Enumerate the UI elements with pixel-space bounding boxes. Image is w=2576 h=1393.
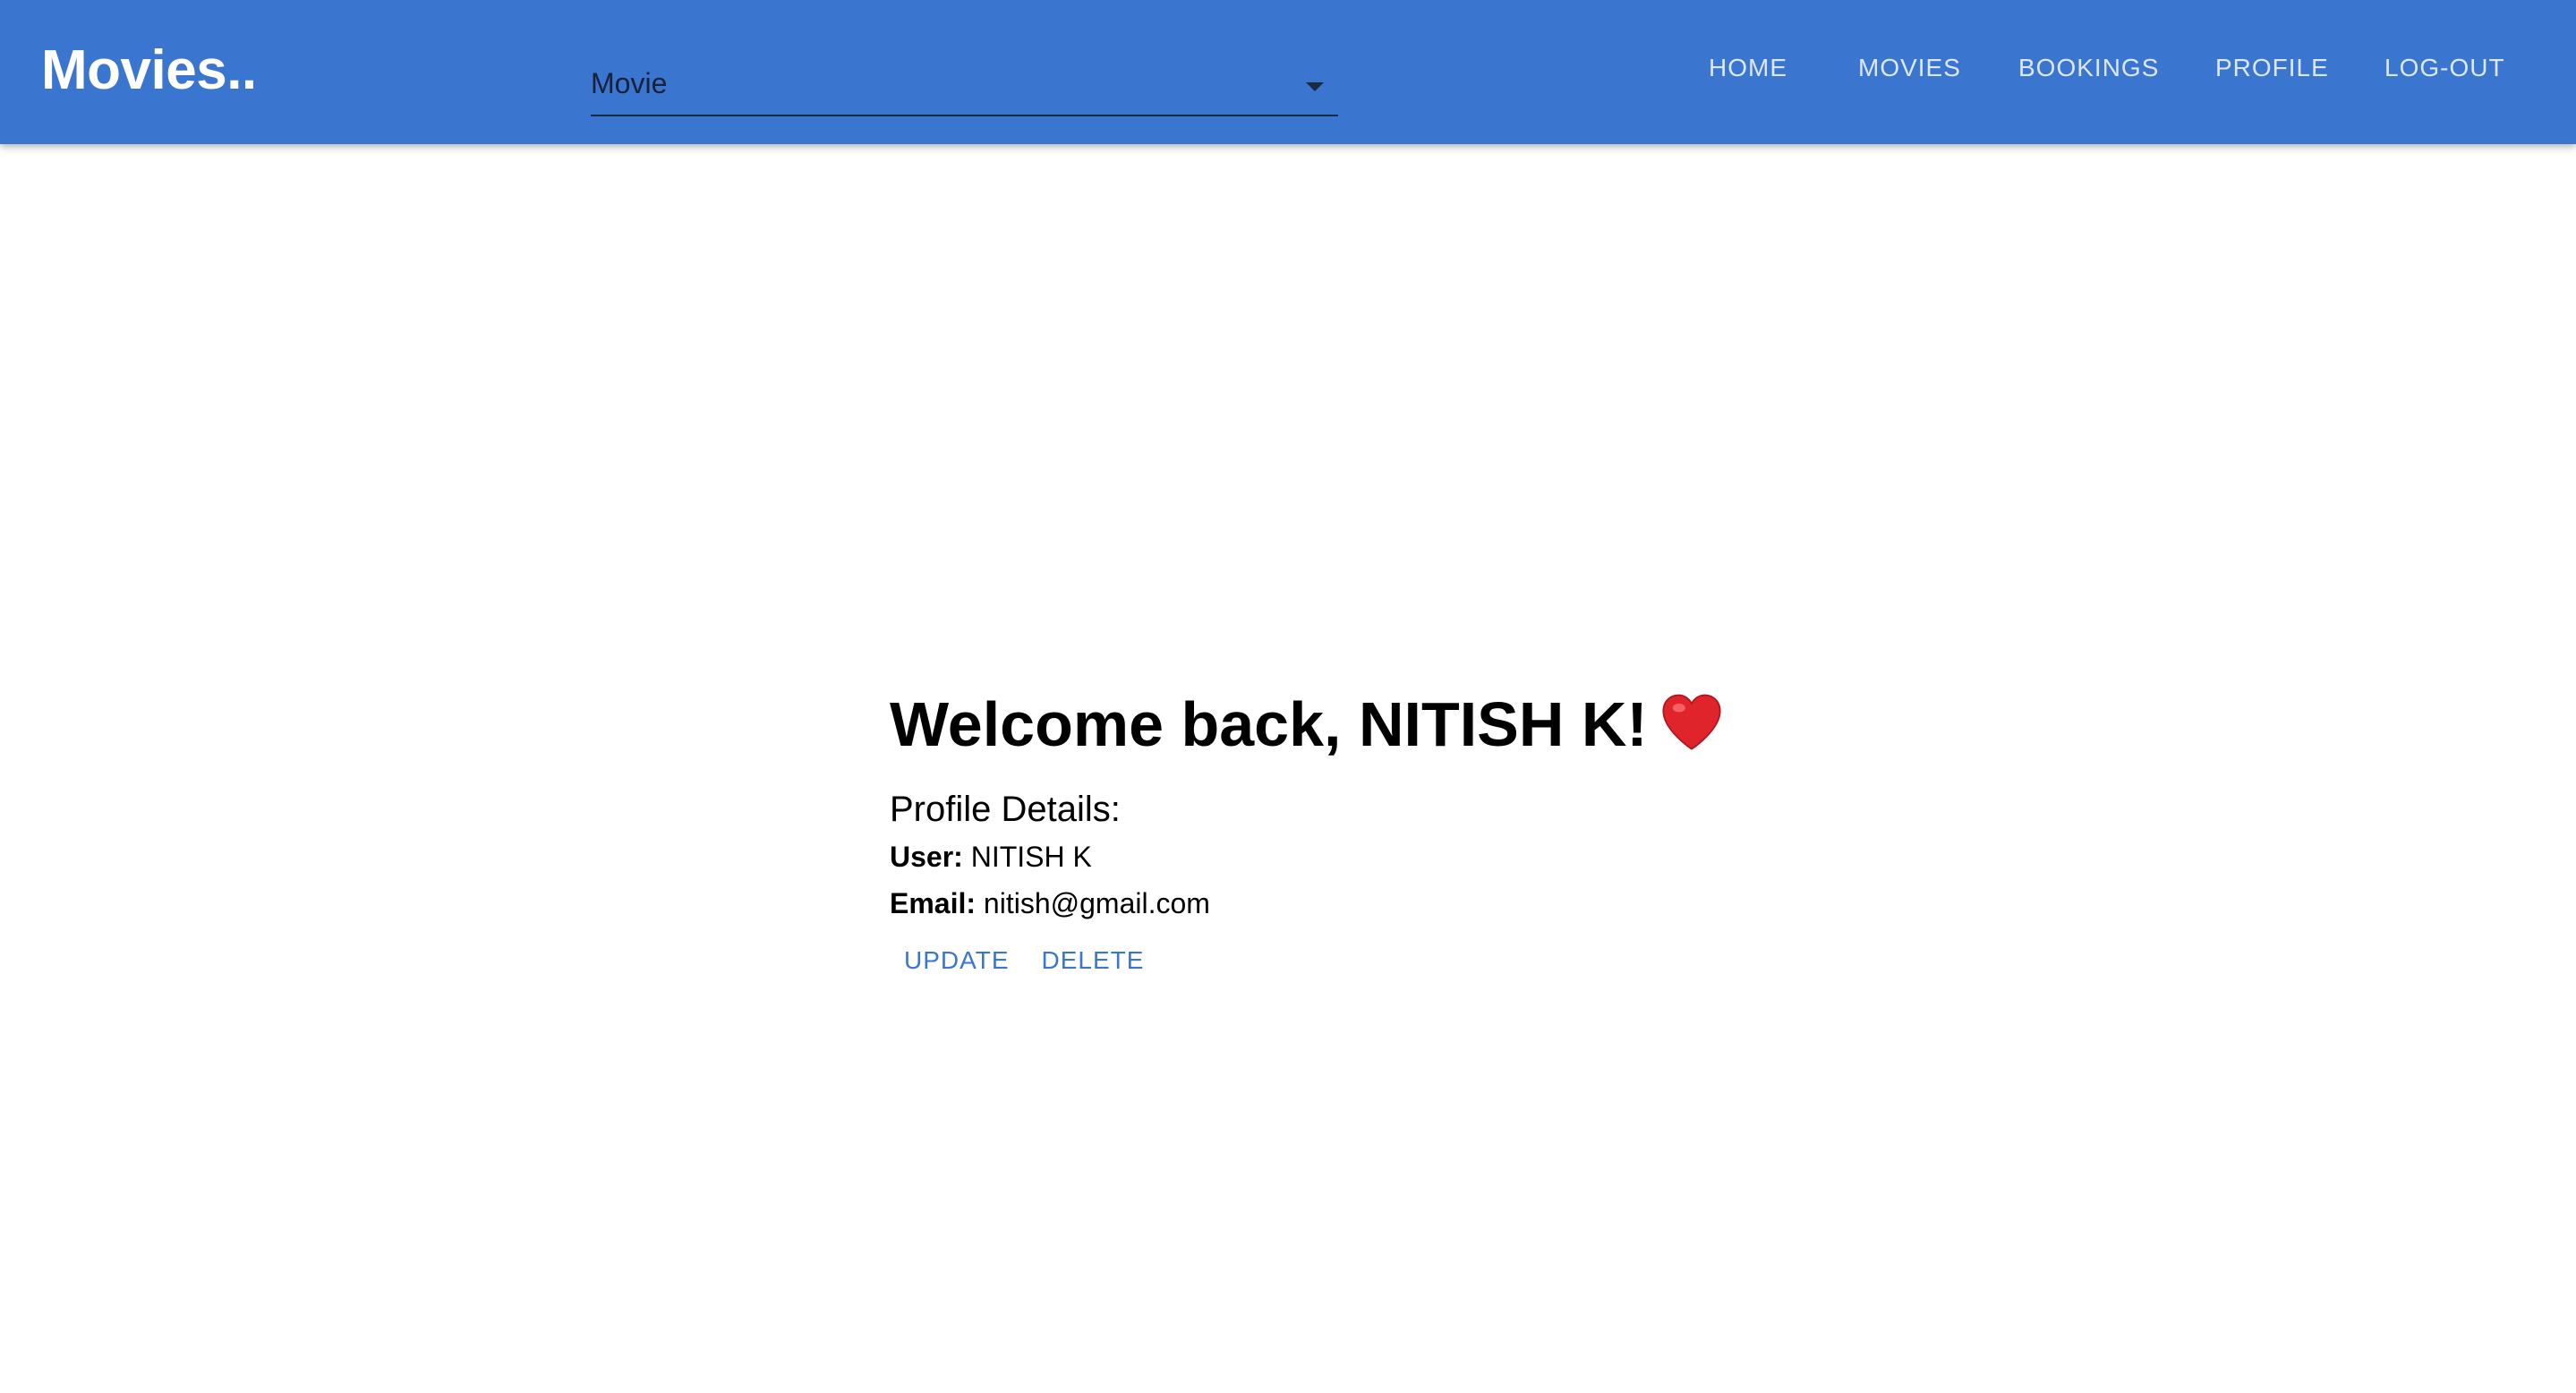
email-value: nitish@gmail.com — [983, 887, 1210, 919]
movie-select-value: Movie — [591, 67, 668, 99]
email-row: Email: nitish@gmail.com — [890, 882, 1785, 925]
heart-icon — [1662, 694, 1721, 750]
email-label: Email: — [890, 887, 977, 919]
movie-select[interactable]: Movie — [591, 63, 1338, 116]
user-label: User: — [890, 841, 963, 873]
chevron-down-icon — [1306, 82, 1324, 91]
user-row: User: NITISH K — [890, 835, 1785, 878]
welcome-text: Welcome back, NITISH K! — [890, 689, 1648, 759]
nav-bookings[interactable]: BOOKINGS — [2018, 54, 2159, 82]
profile-section: Welcome back, NITISH K! Profile Details:… — [890, 685, 1785, 984]
nav-logout[interactable]: LOG-OUT — [2384, 54, 2505, 82]
profile-actions: UPDATE DELETE — [890, 937, 1785, 984]
welcome-heading: Welcome back, NITISH K! — [890, 685, 1785, 764]
brand-logo[interactable]: Movies.. — [41, 38, 257, 104]
nav-profile[interactable]: PROFILE — [2215, 54, 2329, 82]
update-button[interactable]: UPDATE — [890, 937, 1024, 984]
app-bar: Movies.. Movie HOME MOVIES BOOKINGS PROF… — [0, 0, 2576, 144]
user-value: NITISH K — [970, 841, 1092, 873]
delete-button[interactable]: DELETE — [1028, 937, 1159, 984]
nav-movies[interactable]: MOVIES — [1858, 54, 1961, 82]
nav-home[interactable]: HOME — [1709, 54, 1787, 82]
profile-details-title: Profile Details: — [890, 790, 1121, 829]
